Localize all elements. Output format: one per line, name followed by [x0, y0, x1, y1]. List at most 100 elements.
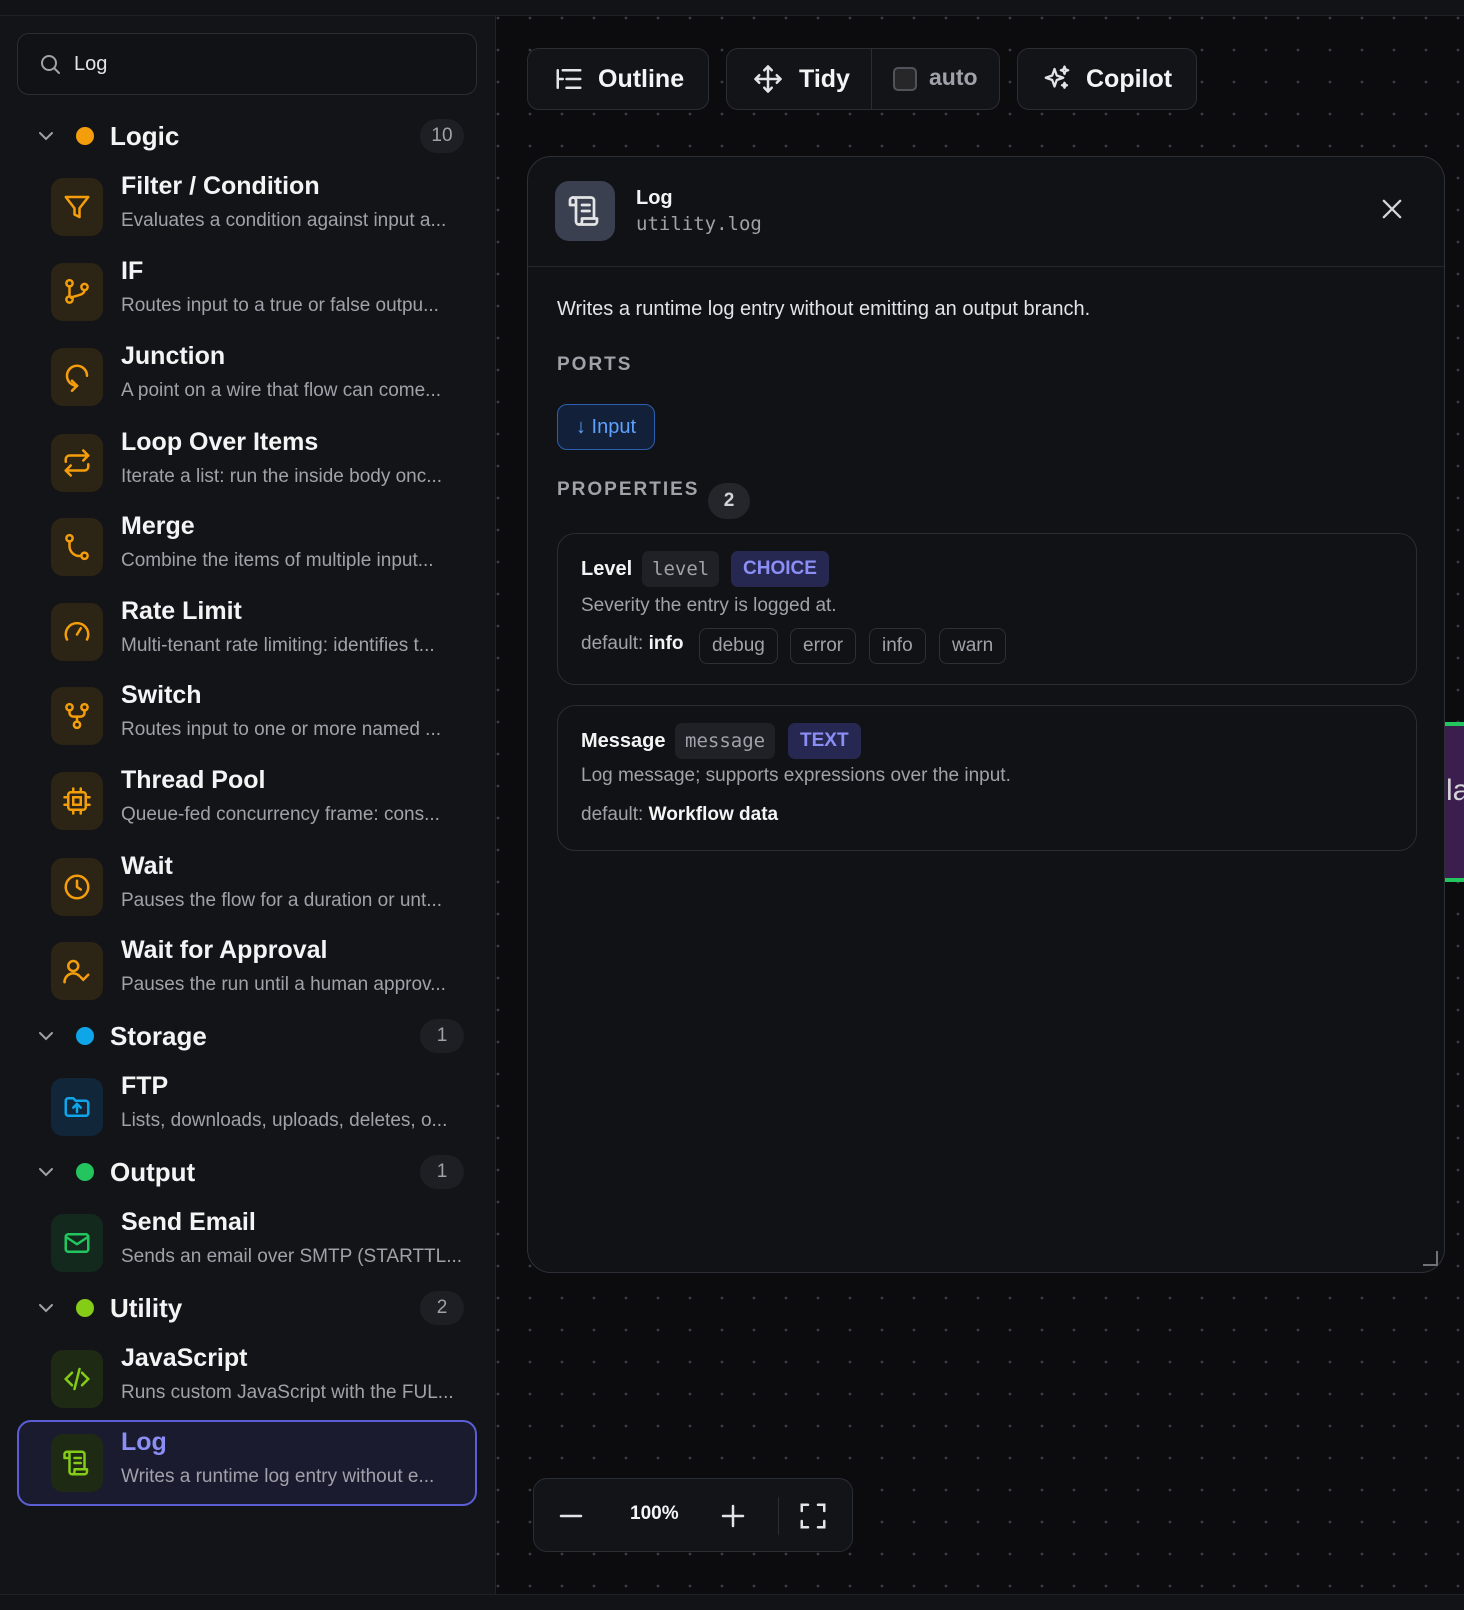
chevron-down-icon[interactable] [36, 1162, 56, 1182]
tidy-button[interactable]: Tidy [799, 65, 850, 94]
node-item-wait-for-approval[interactable]: Wait for Approval Pauses the run until a… [17, 928, 477, 1014]
node-name: Send Email [121, 1208, 256, 1236]
property-key: message [675, 723, 776, 759]
node-item-javascript[interactable]: JavaScript Runs custom JavaScript with t… [17, 1336, 477, 1422]
property-description: Log message; supports expressions over t… [581, 765, 1011, 786]
option-chip: info [869, 628, 926, 664]
property-card-message[interactable]: Message message TEXT Log message; suppor… [557, 705, 1417, 851]
node-icon-box [51, 348, 103, 406]
search-input[interactable] [74, 52, 454, 76]
zoom-in-icon[interactable] [718, 1501, 748, 1531]
node-name: Thread Pool [121, 766, 266, 794]
canvas-node-partial[interactable]: la [1444, 722, 1464, 882]
node-description: Iterate a list: run the inside body onc.… [121, 466, 443, 487]
scroll-icon [568, 196, 599, 226]
node-icon-box [51, 687, 103, 745]
auto-checkbox[interactable] [893, 67, 917, 91]
node-description: Sends an email over SMTP (STARTTL... [121, 1246, 463, 1267]
group-dot [76, 1163, 94, 1181]
node-name: Wait for Approval [121, 936, 328, 964]
filter-icon [64, 195, 90, 219]
merge-icon [65, 533, 89, 561]
branch-icon [65, 278, 89, 304]
node-description: Routes input to one or more named ... [121, 719, 442, 740]
group-header-storage[interactable]: Storage 1 [0, 1011, 496, 1061]
group-header-utility[interactable]: Utility 2 [0, 1283, 496, 1333]
mail-icon [64, 1233, 90, 1253]
node-description: Combine the items of multiple input... [121, 550, 434, 571]
canvas-node-text: la [1446, 774, 1464, 807]
fit-view-icon[interactable] [798, 1501, 828, 1531]
node-description: Evaluates a condition against input a... [121, 210, 447, 231]
node-item-loop-over-items[interactable]: Loop Over Items Iterate a list: run the … [17, 420, 477, 506]
loop-icon [64, 449, 90, 477]
tidy-group: Tidy auto [726, 48, 1000, 110]
zoom-out-icon[interactable] [556, 1501, 586, 1531]
node-item-junction[interactable]: Junction A point on a wire that flow can… [17, 334, 477, 420]
top-strip [0, 0, 1464, 16]
option-chip: error [790, 628, 857, 664]
group-header-output[interactable]: Output 1 [0, 1147, 496, 1197]
input-port-chip[interactable]: ↓ Input [557, 404, 656, 450]
panel-title: Log [636, 187, 673, 209]
gauge-icon [64, 621, 90, 641]
copilot-button[interactable]: Copilot [1017, 48, 1197, 110]
node-item-thread-pool[interactable]: Thread Pool Queue-fed concurrency frame:… [17, 758, 477, 844]
resize-handle-icon[interactable] [1422, 1250, 1438, 1266]
node-name: JavaScript [121, 1344, 248, 1372]
outline-icon [556, 69, 582, 89]
default-value: Workflow data [648, 804, 779, 825]
panel-node-type: utility.log [636, 213, 762, 235]
node-name: IF [121, 257, 144, 285]
zoom-level[interactable]: 100% [630, 1503, 679, 1525]
node-name: Loop Over Items [121, 428, 319, 456]
group-name: Utility [110, 1292, 183, 1323]
node-item-if[interactable]: IF Routes input to a true or false outpu… [17, 249, 477, 335]
node-item-filter-condition[interactable]: Filter / Condition Evaluates a condition… [17, 164, 477, 250]
ports-heading: PORTS [557, 354, 633, 375]
node-item-rate-limit[interactable]: Rate Limit Multi-tenant rate limiting: i… [17, 589, 477, 675]
group-name: Logic [110, 120, 180, 151]
node-item-log[interactable]: Log Writes a runtime log entry without e… [17, 1420, 477, 1506]
switch-icon [65, 702, 89, 730]
chevron-down-icon[interactable] [36, 126, 56, 146]
move-icon[interactable] [753, 64, 783, 94]
node-item-switch[interactable]: Switch Routes input to one or more named… [17, 673, 477, 759]
group-dot [76, 127, 94, 145]
zoom-controls: 100% [533, 1478, 853, 1552]
group-count: 1 [420, 1155, 464, 1189]
node-item-ftp[interactable]: FTP Lists, downloads, uploads, deletes, … [17, 1064, 477, 1150]
property-default: default: info [581, 633, 683, 655]
property-card-level[interactable]: Level level CHOICE Severity the entry is… [557, 533, 1417, 685]
node-name: Log [121, 1428, 167, 1456]
property-default: default: Workflow data [581, 804, 778, 826]
chevron-down-icon[interactable] [36, 1026, 56, 1046]
node-icon-box [51, 858, 103, 916]
node-name: Junction [121, 342, 226, 370]
search-box[interactable] [17, 33, 477, 95]
node-icon-box [51, 1350, 103, 1408]
node-item-wait[interactable]: Wait Pauses the flow for a duration or u… [17, 844, 477, 930]
junction-icon [65, 364, 89, 392]
group-count: 1 [420, 1019, 464, 1053]
node-icon-box [51, 1214, 103, 1272]
panel-header: Log utility.log [528, 157, 1444, 267]
node-icon-box [51, 434, 103, 492]
node-name: Rate Limit [121, 597, 242, 625]
node-icon-box [51, 1434, 103, 1492]
scroll-icon [63, 1450, 89, 1476]
group-dot [76, 1299, 94, 1317]
node-item-merge[interactable]: Merge Combine the items of multiple inpu… [17, 504, 477, 590]
close-icon[interactable] [1378, 195, 1406, 223]
group-name: Output [110, 1156, 196, 1187]
bottom-strip [0, 1594, 1464, 1610]
outline-button[interactable]: Outline [527, 48, 709, 110]
group-header-logic[interactable]: Logic 10 [0, 111, 496, 161]
chevron-down-icon[interactable] [36, 1298, 56, 1318]
node-detail-panel: Log utility.log Writes a runtime log ent… [527, 156, 1445, 1273]
property-type-badge: CHOICE [731, 551, 829, 587]
node-name: Filter / Condition [121, 172, 320, 200]
option-chip: debug [699, 628, 778, 664]
property-type-badge: TEXT [788, 723, 861, 759]
node-item-send-email[interactable]: Send Email Sends an email over SMTP (STA… [17, 1200, 477, 1286]
